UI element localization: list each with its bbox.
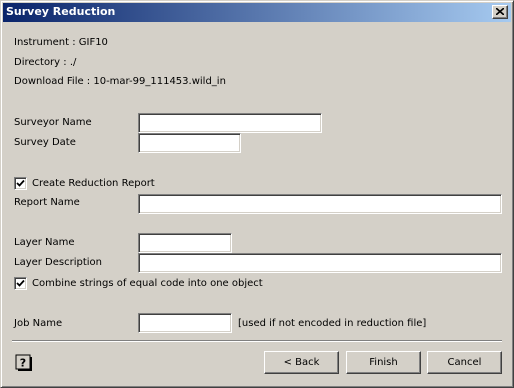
create-report-label[interactable]: Create Reduction Report — [32, 177, 155, 190]
report-name-label: Report Name — [14, 197, 80, 208]
title-bar[interactable]: Survey Reduction — [3, 3, 511, 22]
surveyor-name-input[interactable] — [138, 113, 322, 133]
job-name-label: Job Name — [14, 318, 63, 329]
cancel-button[interactable]: Cancel — [427, 351, 502, 374]
svg-text:?: ? — [20, 357, 26, 370]
directory-info: Directory : ./ — [14, 57, 77, 68]
close-icon — [496, 8, 504, 15]
job-name-input[interactable] — [138, 313, 232, 333]
back-button[interactable]: < Back — [264, 351, 339, 374]
help-icon: ? — [15, 354, 32, 371]
survey-reduction-dialog: Survey Reduction Instrument : GIF10 Dire… — [0, 0, 514, 388]
combine-strings-checkbox[interactable] — [14, 277, 27, 290]
create-report-checkbox[interactable] — [14, 177, 27, 190]
checkmark-icon — [16, 179, 25, 187]
job-name-hint: [used if not encoded in reduction file] — [238, 318, 427, 329]
survey-date-input[interactable] — [138, 133, 241, 153]
surveyor-name-label: Surveyor Name — [14, 117, 92, 128]
report-name-input[interactable] — [138, 194, 502, 214]
separator — [12, 340, 502, 342]
close-button[interactable] — [492, 5, 508, 19]
checkmark-icon — [16, 279, 25, 287]
instrument-info: Instrument : GIF10 — [14, 37, 108, 48]
window-title: Survey Reduction — [6, 5, 116, 18]
survey-date-label: Survey Date — [14, 137, 76, 148]
help-button[interactable]: ? — [14, 353, 33, 372]
layer-name-label: Layer Name — [14, 237, 75, 248]
finish-button[interactable]: Finish — [346, 351, 421, 374]
combine-strings-label[interactable]: Combine strings of equal code into one o… — [32, 277, 263, 290]
layer-description-label: Layer Description — [14, 257, 103, 268]
download-file-info: Download File : 10-mar-99_111453.wild_in — [14, 76, 226, 87]
layer-description-input[interactable] — [138, 253, 502, 273]
layer-name-input[interactable] — [138, 233, 232, 253]
